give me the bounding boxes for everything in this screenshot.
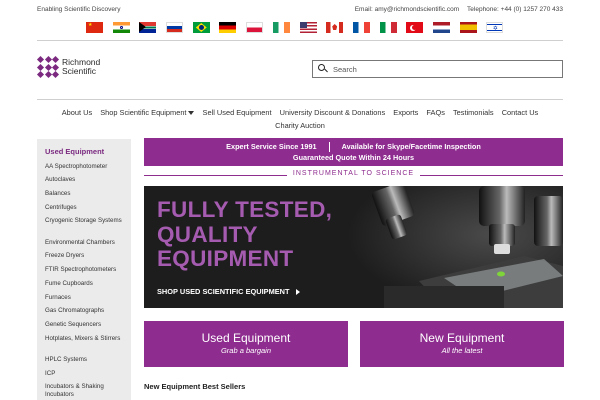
russia-flag-icon[interactable] [166,22,184,33]
nav-testimonials[interactable]: Testimonials [453,108,494,117]
used-equipment-subtitle: Grab a bargain [220,346,272,355]
category-sidebar: Used Equipment AA Spectrophotometer Auto… [37,139,131,400]
nav-charity-auction[interactable]: Charity Auction [275,121,325,130]
caret-down-icon [188,111,195,116]
sidebar-item-autoclaves[interactable]: Autoclaves [45,174,129,188]
sidebar-item-furnaces[interactable]: Furnaces [45,291,129,305]
search-icon[interactable] [316,62,330,76]
tagline-text: INSTRUMENTAL TO SCIENCE [286,170,421,177]
usa-flag-icon[interactable] [299,22,317,33]
nav-about-us[interactable]: About Us [62,108,92,117]
sidebar-title[interactable]: Used Equipment [45,147,104,156]
promo-quote: Guaranteed Quote Within 24 Hours [292,153,415,162]
best-sellers-heading: New Equipment Best Sellers [144,382,246,391]
israel-flag-icon[interactable]: ✡ [486,22,504,33]
new-equipment-title: New Equipment [419,331,505,345]
india-flag-icon[interactable] [112,22,130,33]
hero-title: FULLY TESTED, QUALITY EQUIPMENT [157,197,333,271]
new-equipment-card[interactable]: New Equipment All the latest [360,321,564,367]
nav-divider [37,99,563,100]
spain-flag-icon[interactable] [459,22,477,33]
nav-shop-scientific-equipment[interactable]: Shop Scientific Equipment [100,108,195,117]
promo-service: Expert Service Since 1991 [226,142,317,151]
brazil-flag-icon[interactable] [192,22,210,33]
phone-number[interactable]: Telephone: +44 (0) 1257 270 433 [467,6,563,13]
new-equipment-subtitle: All the latest [441,346,483,355]
service-promo-banner: Expert Service Since 1991 Available for S… [144,138,563,166]
nav-university-discount[interactable]: University Discount & Donations [280,108,386,117]
sidebar-item-icp[interactable]: ICP [45,367,129,381]
sidebar-item-genetic-sequencers[interactable]: Genetic Sequencers [45,318,129,332]
logo-mark-icon [36,55,60,79]
contact-info: Email: amy@richmondscientific.com Teleph… [349,6,563,13]
sidebar-item-balances[interactable]: Balances [45,187,129,201]
header-divider [37,40,563,41]
nav-faqs[interactable]: FAQs [426,108,444,117]
arrow-right-icon [295,289,300,296]
tagline-divider: INSTRUMENTAL TO SCIENCE [144,169,563,181]
language-flags: ★ ✡ [86,22,513,34]
sidebar-item-gas-chromatographs[interactable]: Gas Chromatographs [45,305,129,319]
main-nav: About Us Shop Scientific Equipment Sell … [37,106,563,132]
turkey-flag-icon[interactable] [406,22,424,33]
ireland-flag-icon[interactable] [272,22,290,33]
france-flag-icon[interactable] [352,22,370,33]
site-logo[interactable]: Richmond Scientific [36,55,101,79]
search-box [312,60,563,78]
italy-flag-icon[interactable] [379,22,397,33]
sidebar-item-ftir[interactable]: FTIR Spectrophotometers [45,264,129,278]
shop-used-equipment-link[interactable]: SHOP USED SCIENTIFIC EQUIPMENT [157,287,300,296]
sidebar-item-freeze-dryers[interactable]: Freeze Dryers [45,250,129,264]
promo-skype: Available for Skype/Facetime Inspection [341,142,481,151]
top-bar: Enabling Scientific Discovery Email: amy… [0,0,600,18]
sidebar-item-hplc[interactable]: HPLC Systems [45,354,129,368]
email-link[interactable]: Email: amy@richmondscientific.com [355,6,460,13]
sidebar-item-fume-cupboards[interactable]: Fume Cupboards [45,277,129,291]
logo-text: Richmond Scientific [62,57,101,76]
china-flag-icon[interactable]: ★ [86,22,103,33]
sidebar-item-hotplates[interactable]: Hotplates, Mixers & Stirrers [45,332,129,354]
used-equipment-title: Used Equipment [201,331,291,345]
canada-flag-icon[interactable] [326,22,344,33]
poland-flag-icon[interactable] [246,22,264,33]
nav-exports[interactable]: Exports [393,108,418,117]
sidebar-item-centrifuges[interactable]: Centrifuges [45,201,129,215]
nav-sell-used-equipment[interactable]: Sell Used Equipment [203,108,272,117]
category-list: AA Spectrophotometer Autoclaves Balances… [45,160,129,400]
tagline: Enabling Scientific Discovery [37,6,121,13]
sidebar-item-incubators[interactable]: Incubators & Shaking Incubators [45,381,129,400]
sidebar-item-cryogenic-storage[interactable]: Cryogenic Storage Systems [45,215,129,237]
nav-contact-us[interactable]: Contact Us [502,108,539,117]
netherlands-flag-icon[interactable] [432,22,450,33]
sidebar-item-aa-spectrophotometer[interactable]: AA Spectrophotometer [45,160,129,174]
used-equipment-card[interactable]: Used Equipment Grab a bargain [144,321,348,367]
germany-flag-icon[interactable] [219,22,237,33]
hero-banner[interactable]: FULLY TESTED, QUALITY EQUIPMENT SHOP USE… [144,186,563,308]
sidebar-item-environmental-chambers[interactable]: Environmental Chambers [45,236,129,250]
south-africa-flag-icon[interactable] [139,22,157,33]
search-input[interactable] [333,64,553,74]
